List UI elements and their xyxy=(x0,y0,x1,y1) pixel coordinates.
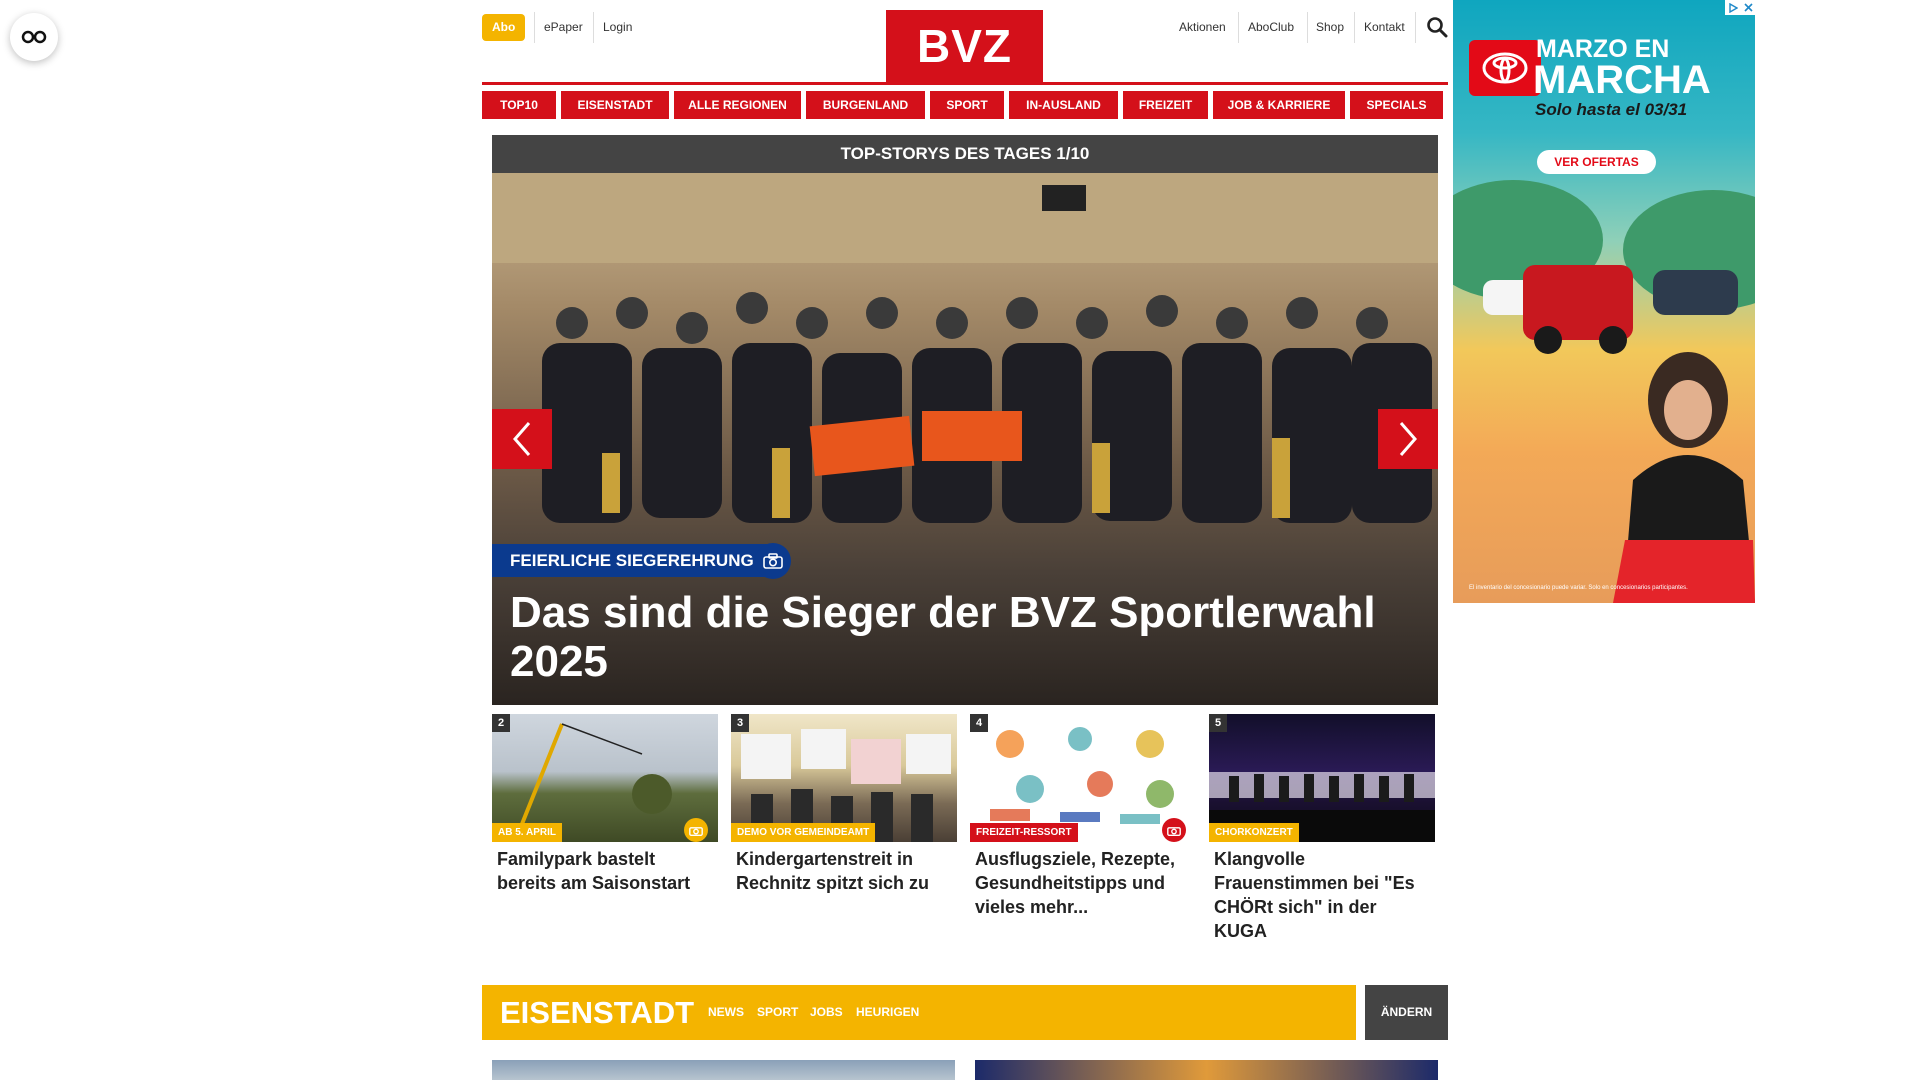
hero-kicker[interactable]: FEIERLICHE SIEGEREHRUNG xyxy=(492,544,772,577)
adchoices-button[interactable] xyxy=(1725,0,1741,15)
nav-item-job-karriere[interactable]: Job & Karriere xyxy=(1213,91,1345,119)
slider-next-button[interactable] xyxy=(1378,409,1438,469)
nav-item-sport[interactable]: Sport xyxy=(930,91,1004,119)
teaser-image[interactable] xyxy=(975,1060,1438,1080)
close-icon xyxy=(1743,3,1753,12)
gallery-badge xyxy=(1162,818,1186,842)
nav-item-alle-regionen[interactable]: Alle Regionen xyxy=(674,91,801,119)
main-nav: Top10 Eisenstadt Alle Regionen Burgenlan… xyxy=(482,91,1448,119)
divider xyxy=(1238,12,1239,43)
story-tag: FREIZEIT-RESSORT xyxy=(970,823,1078,842)
nav-item-in-ausland[interactable]: In-Ausland xyxy=(1009,91,1118,119)
divider xyxy=(534,12,535,43)
ad-disclaimer: El inventario del concesionario puede va… xyxy=(1469,585,1688,591)
divider xyxy=(593,12,594,43)
top-bar: Abo ePaper Login BVZ Aktionen AboClub Sh… xyxy=(482,0,1448,83)
aktionen-link[interactable]: Aktionen xyxy=(1179,14,1226,41)
ad-close-button[interactable] xyxy=(1741,0,1755,15)
story-image: 5 CHORKONZERT xyxy=(1209,714,1435,842)
nav-item-specials[interactable]: Specials xyxy=(1350,91,1443,119)
region-link-jobs[interactable]: JOBS xyxy=(810,985,843,1040)
toyota-logo xyxy=(1469,40,1541,96)
hero-headline[interactable]: Das sind die Sieger der BVZ Sportlerwahl… xyxy=(510,588,1420,686)
story-image: 3 DEMO VOR GEMEINDEAMT xyxy=(731,714,957,842)
divider xyxy=(1354,12,1355,43)
divider xyxy=(1307,12,1308,43)
aboclub-link[interactable]: AboClub xyxy=(1248,14,1294,41)
shop-link[interactable]: Shop xyxy=(1316,14,1344,41)
header-divider xyxy=(482,82,1448,85)
kontakt-link[interactable]: Kontakt xyxy=(1364,14,1405,41)
bvz-logo[interactable]: BVZ xyxy=(886,10,1043,83)
login-link[interactable]: Login xyxy=(603,14,632,41)
story-card[interactable]: 3 DEMO VOR GEMEINDEAMT Kindergartenstrei… xyxy=(731,714,957,895)
story-rank: 2 xyxy=(492,714,510,732)
story-title[interactable]: Kindergartenstreit in Rechnitz spitzt si… xyxy=(731,847,957,895)
advertisement-banner[interactable]: MARZO EN MARCHA Solo hasta el 03/31 VER … xyxy=(1453,0,1755,603)
chevron-right-icon xyxy=(1399,422,1417,456)
chevron-left-icon xyxy=(513,422,531,456)
camera-icon xyxy=(689,826,703,836)
top-stories-header: TOP-STORYS DES TAGES 1/10 xyxy=(492,135,1438,173)
story-image: 2 AB 5. APRIL xyxy=(492,714,718,842)
nav-item-top10[interactable]: Top10 xyxy=(482,91,556,119)
story-card[interactable]: 4 FREIZEIT-RESSORT Ausflugsziele, Rezept… xyxy=(970,714,1196,919)
story-title[interactable]: Ausflugsziele, Rezepte, Gesundheitstipps… xyxy=(970,847,1196,919)
search-icon xyxy=(1427,17,1448,38)
story-tag: CHORKONZERT xyxy=(1209,823,1299,842)
story-rank: 5 xyxy=(1209,714,1227,732)
accessibility-button[interactable] xyxy=(10,13,58,61)
abo-button[interactable]: Abo xyxy=(482,14,526,41)
camera-icon xyxy=(1167,826,1181,836)
gallery-badge xyxy=(684,818,708,842)
search-button[interactable] xyxy=(1426,16,1448,43)
nav-item-eisenstadt[interactable]: Eisenstadt xyxy=(561,91,669,119)
story-tag: AB 5. APRIL xyxy=(492,823,562,842)
nav-item-burgenland[interactable]: Burgenland xyxy=(806,91,925,119)
nav-item-freizeit[interactable]: Freizeit xyxy=(1123,91,1208,119)
region-link-heurigen[interactable]: HEURIGEN xyxy=(856,985,919,1040)
region-link-news[interactable]: NEWS xyxy=(708,985,744,1040)
camera-icon xyxy=(763,553,783,569)
ad-subline: Solo hasta el 03/31 xyxy=(1535,100,1688,119)
region-section-bar: EISENSTADT NEWS SPORT JOBS HEURIGEN xyxy=(482,985,1356,1040)
slider-prev-button[interactable] xyxy=(492,409,552,469)
region-link-sport[interactable]: SPORT xyxy=(757,985,798,1040)
teaser-image[interactable] xyxy=(492,1060,955,1080)
ad-headline-2: MARCHA xyxy=(1533,58,1711,102)
story-rank: 3 xyxy=(731,714,749,732)
story-card[interactable]: 5 CHORKONZERT Klangvolle Frauenstimmen b… xyxy=(1209,714,1435,943)
story-title[interactable]: Familypark bastelt bereits am Saisonstar… xyxy=(492,847,718,895)
gallery-badge xyxy=(755,543,791,579)
glasses-icon xyxy=(21,30,47,44)
story-title[interactable]: Klangvolle Frauenstimmen bei "Es CHÖRt s… xyxy=(1209,847,1435,943)
story-rank: 4 xyxy=(970,714,988,732)
change-region-button[interactable]: ÄNDERN xyxy=(1365,985,1448,1040)
story-image: 4 FREIZEIT-RESSORT xyxy=(970,714,1196,842)
story-tag: DEMO VOR GEMEINDEAMT xyxy=(731,823,876,842)
region-title[interactable]: EISENSTADT xyxy=(500,985,694,1040)
toyota-icon xyxy=(1482,52,1528,84)
ad-cta-button[interactable]: VER OFERTAS xyxy=(1537,150,1656,174)
adchoices-icon xyxy=(1729,2,1738,13)
epaper-link[interactable]: ePaper xyxy=(544,14,583,41)
story-card[interactable]: 2 AB 5. APRIL Familypark bastelt bereits… xyxy=(492,714,718,895)
divider xyxy=(1415,12,1416,43)
